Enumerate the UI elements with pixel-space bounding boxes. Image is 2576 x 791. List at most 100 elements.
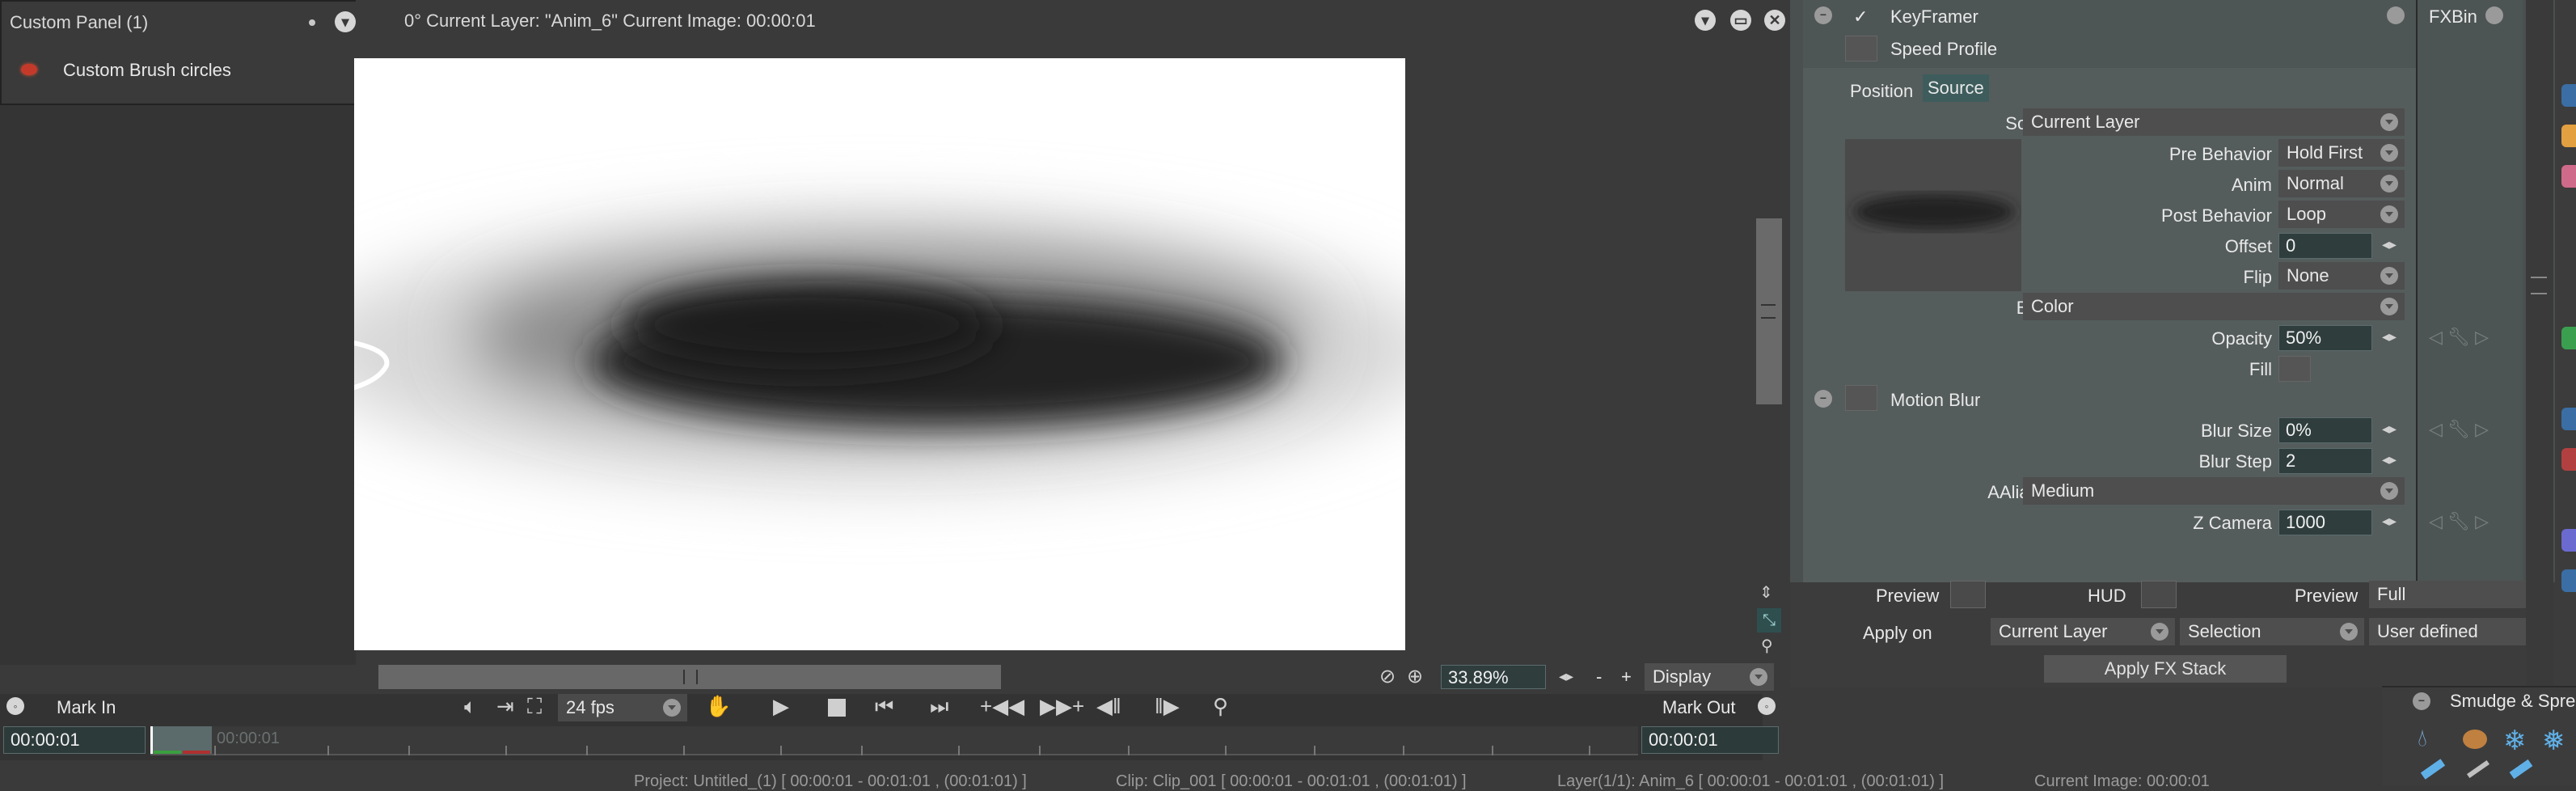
collapse-motion-blur-icon[interactable]: − [1814,390,1832,408]
tool-icon-1[interactable] [2561,84,2576,107]
post-behavior-dropdown[interactable]: Loop [2278,201,2405,228]
apply-fx-stack-button[interactable]: Apply FX Stack [2044,655,2287,683]
stop-icon[interactable] [828,699,846,717]
mark-out-options-icon[interactable]: ◦ [1758,697,1776,715]
mark-out-label[interactable]: Mark Out [1662,697,1735,718]
opacity-stepper[interactable]: ◂▸ [2382,328,2397,345]
zoom-field[interactable]: 33.89% [1441,665,1546,689]
viewer-close-icon[interactable]: ✕ [1764,10,1785,31]
chevron-down-icon [2380,298,2398,315]
pin-icon[interactable] [309,19,315,26]
tool-icon-4[interactable] [2561,327,2576,349]
z-camera-field[interactable]: 1000 [2278,510,2372,535]
current-time-field[interactable]: 00:00:01 [3,726,146,754]
fxbin-label[interactable]: FXBin [2429,6,2477,27]
tool-icon-7[interactable] [2561,529,2576,552]
blur-step-field[interactable]: 2 [2278,448,2372,474]
blur-step-stepper[interactable]: ◂▸ [2382,451,2397,468]
collapse-keyframer-icon[interactable]: − [1814,6,1832,24]
go-to-end-icon[interactable]: ⏭ [930,694,948,720]
fps-dropdown[interactable]: 24 fps [558,694,687,721]
mark-in-label[interactable]: Mark In [57,697,116,718]
z-camera-keyframe-controls[interactable]: ◁ 🔧︎ ▷ [2429,511,2489,532]
center-icon[interactable]: ⊕ [1407,665,1423,688]
blur-size-field[interactable]: 0% [2278,417,2372,443]
fxbin-column [2416,0,2523,582]
panel-menu-icon[interactable]: ▾ [335,11,356,32]
play-icon[interactable]: ▶ [773,694,789,719]
canvas[interactable] [354,58,1405,650]
fxbin-menu-icon[interactable] [2485,6,2503,24]
selection-value: Selection [2188,621,2261,641]
blur-size-stepper[interactable]: ◂▸ [2382,421,2397,438]
tool-icon-8[interactable] [2561,569,2576,592]
lock-zoom-icon[interactable]: ⊘ [1379,665,1396,688]
aaliasing-dropdown[interactable]: Medium [2023,477,2405,505]
previous-frame-icon[interactable]: ◀‖ [1096,694,1121,719]
tab-position[interactable]: Position [1850,81,1913,102]
fit-vertical-icon[interactable]: ⇕ [1759,582,1773,603]
keyframer-menu-icon[interactable] [2387,6,2405,24]
source-thumbnail [1845,139,2021,291]
mark-in-options-icon[interactable]: ◦ [6,697,24,715]
z-camera-stepper[interactable]: ◂▸ [2382,513,2397,530]
next-frame-icon[interactable]: ‖▶ [1155,694,1180,719]
hud-label: HUD [2088,586,2126,606]
selection-dropdown[interactable]: Selection [2180,618,2364,645]
zoom-minus-button[interactable]: - [1596,666,1602,687]
preview-checkbox[interactable] [1950,581,1986,608]
aaliasing-value: Medium [2031,480,2095,501]
chevron-down-icon [663,699,681,717]
diagonal-resize-icon[interactable]: ⤡ [1757,608,1781,632]
location-pin-icon[interactable]: ⚲ [1213,694,1228,719]
blur-size-keyframe-controls[interactable]: ◁ 🔧︎ ▷ [2429,419,2489,440]
apply-on-dropdown[interactable]: Current Layer [1991,618,2175,645]
speed-profile-checkbox[interactable] [1845,36,1877,61]
volume-icon[interactable]: 🔈︎ [464,694,477,720]
preview-label: Preview [1876,586,1940,606]
fullscreen-icon[interactable]: ⛶ [527,694,542,720]
go-to-start-icon[interactable]: ⏮ [875,694,893,720]
viewer-menu-icon[interactable]: ▾ [1695,10,1716,31]
blend-dropdown[interactable]: Color [2023,293,2405,320]
end-time-field[interactable]: 00:00:01 [1641,726,1779,754]
motion-blur-label: Motion Blur [1890,390,1981,410]
pin-down-icon[interactable]: ⚲ [1761,636,1773,656]
viewer-restore-icon[interactable]: ▭ [1730,10,1751,31]
viewer-header: 0° Current Layer: "Anim_6" Current Image… [404,11,816,31]
motion-blur-checkbox[interactable] [1845,385,1877,411]
source-dropdown[interactable]: Current Layer [2023,108,2405,136]
fill-swatch[interactable] [2278,356,2311,382]
zoom-plus-button[interactable]: + [1621,666,1632,687]
tool-icon-3[interactable] [2561,165,2576,188]
add-rewind-icon[interactable]: +◀◀ [980,694,1024,719]
tool-icon-2[interactable] [2561,125,2576,147]
offset-field[interactable]: 0 [2278,233,2372,259]
water-drop-icon[interactable]: 💧︎ [2418,725,2427,752]
custom-panel: Custom Panel (1) ▾ ✕ Custom Brush circle… [0,0,398,105]
opacity-keyframe-controls[interactable]: ◁ 🔧︎ ▷ [2429,327,2489,348]
potato-brush-icon[interactable] [2463,730,2487,749]
offset-stepper[interactable]: ◂▸ [2382,236,2397,253]
pre-behavior-dropdown[interactable]: Hold First [2278,139,2405,167]
smudge-collapse-icon[interactable]: − [2413,692,2430,710]
snowflake-alt-icon[interactable]: ❅ [2542,725,2565,757]
display-dropdown[interactable]: Display [1645,663,1774,691]
opacity-field[interactable]: 50% [2278,325,2372,351]
snowflake-icon[interactable]: ❄ [2503,725,2527,757]
keyframer-check-icon[interactable]: ✓ [1853,6,1868,27]
hand-scrub-icon[interactable]: ✋ [705,694,731,719]
zoom-stepper[interactable]: ◂▸ [1559,668,1573,685]
tool-icon-5[interactable] [2561,408,2576,430]
chevron-down-icon [2151,623,2168,641]
anim-dropdown[interactable]: Normal [2278,170,2405,197]
tab-source[interactable]: Source [1923,74,1989,102]
hud-checkbox[interactable] [2141,581,2177,608]
custom-brush-circles-item[interactable]: Custom Brush circles [63,60,231,81]
chevron-down-icon [2380,267,2398,285]
flip-dropdown[interactable]: None [2278,262,2405,290]
right-separator[interactable] [2526,0,2553,687]
loop-arrow-icon[interactable]: ⇥ [496,694,514,719]
tool-icon-6[interactable] [2561,448,2576,471]
add-forward-icon[interactable]: ▶▶+ [1040,694,1084,719]
